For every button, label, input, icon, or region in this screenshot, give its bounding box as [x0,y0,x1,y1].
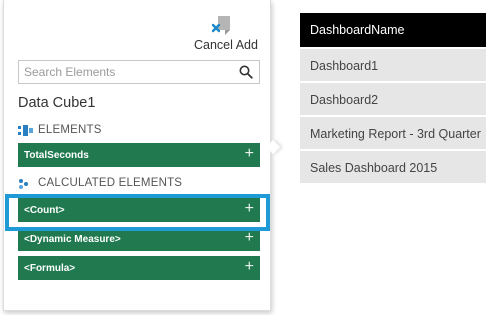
add-icon[interactable]: + [245,258,254,276]
calculated-header-label: CALCULATED ELEMENTS [38,177,183,189]
elements-header-label: ELEMENTS [38,124,102,136]
search-box [18,60,260,84]
cube-title: Data Cube1 [18,95,96,111]
list-item[interactable]: Marketing Report - 3rd Quarter [300,115,486,149]
calculated-row-label: <Count> [24,205,65,216]
add-icon[interactable]: + [245,145,254,163]
search-input[interactable] [19,61,234,83]
add-icon[interactable]: + [245,229,254,247]
calculated-row-label: <Formula> [24,263,76,274]
add-icon[interactable]: + [245,200,254,218]
calculated-row-dynamic-measure[interactable]: <Dynamic Measure> + [18,227,260,251]
list-item[interactable]: Dashboard1 [300,47,486,81]
list-header: DashboardName [300,13,486,47]
calculated-row-label: <Dynamic Measure> [24,234,121,245]
dashboard-list: DashboardName Dashboard1 Dashboard2 Mark… [300,13,486,183]
list-item[interactable]: Sales Dashboard 2015 [300,149,486,183]
elements-icon [18,125,33,136]
element-row-totalseconds[interactable]: TotalSeconds + [18,143,260,167]
list-item[interactable]: Dashboard2 [300,81,486,115]
calculated-elements-icon [19,179,28,189]
cancel-add-label: Cancel Add [194,38,258,52]
cancel-add-icon [211,16,230,35]
add-element-panel: Cancel Add Data Cube1 ELEMENTS TotalSeco… [3,0,271,311]
element-row-label: TotalSeconds [24,150,89,161]
search-icon[interactable] [239,65,253,79]
calculated-row-formula[interactable]: <Formula> + [18,256,260,280]
cancel-add-button[interactable]: Cancel Add [190,14,264,54]
calculated-row-count[interactable]: <Count> + [18,198,260,222]
